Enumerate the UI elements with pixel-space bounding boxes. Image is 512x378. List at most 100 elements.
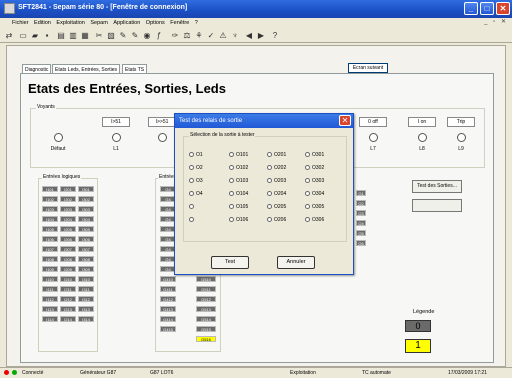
output-radio[interactable]: O102 [229, 165, 248, 171]
voyant-column: I>>51 [148, 117, 176, 146]
legend-label: Légende [413, 309, 435, 315]
menu-exploitation[interactable]: Exploitation [56, 18, 84, 29]
input-cell: I203 [60, 206, 76, 212]
copy-icon[interactable]: ▦ [80, 31, 90, 41]
menu-fenetre[interactable]: Fenêtre [170, 18, 189, 29]
radio-icon[interactable] [229, 191, 234, 196]
radio-icon[interactable] [189, 217, 194, 222]
output-radio[interactable]: O106 [229, 217, 248, 223]
next-screen-button[interactable]: Ecran suivant [348, 63, 388, 73]
radio-icon[interactable] [229, 165, 234, 170]
dialog-close-button[interactable]: ✕ [339, 115, 351, 126]
output-radio[interactable]: O304 [305, 191, 324, 197]
tool-icon[interactable]: ✑ [170, 31, 180, 41]
record-icon[interactable]: ◉ [142, 31, 152, 41]
cancel-button[interactable]: Annuler [277, 256, 315, 269]
check-icon[interactable]: ✓ [206, 31, 216, 41]
radio-icon[interactable] [229, 217, 234, 222]
test-button[interactable]: Test [211, 256, 249, 269]
menu-application[interactable]: Application [113, 18, 140, 29]
maximize-button[interactable]: □ [480, 2, 494, 15]
menu-fichier[interactable]: Fichier [12, 18, 29, 29]
mdi-controls[interactable]: _ ▫ ✕ [484, 18, 508, 25]
secondary-button[interactable] [412, 199, 462, 212]
tree-icon[interactable]: ⚘ [194, 31, 204, 41]
signal-icon[interactable]: ♆ [230, 31, 240, 41]
cut-icon[interactable]: ✂ [94, 31, 104, 41]
radio-icon[interactable] [305, 165, 310, 170]
output-radio[interactable]: O301 [305, 152, 324, 158]
status-lot: G87 LOT6 [150, 370, 174, 376]
scale-icon[interactable]: ⚖ [182, 31, 192, 41]
output-radio[interactable]: O3 [189, 178, 203, 184]
output-radio[interactable] [189, 217, 196, 223]
save-icon[interactable]: ▪ [42, 31, 52, 41]
menu-sepam[interactable]: Sepam [90, 18, 107, 29]
output-radio[interactable]: O101 [229, 152, 248, 158]
forward-icon[interactable]: ▶ [256, 31, 266, 41]
output-radio[interactable]: O1 [189, 152, 203, 158]
output-radio[interactable]: O206 [267, 217, 286, 223]
status-connection: Connecté [22, 370, 44, 376]
menu-options[interactable]: Options [146, 18, 165, 29]
back-icon[interactable]: ◀ [244, 31, 254, 41]
radio-icon[interactable] [305, 217, 310, 222]
radio-icon[interactable] [267, 204, 272, 209]
help-icon[interactable]: ? [270, 31, 280, 41]
preview-icon[interactable]: ▥ [68, 31, 78, 41]
output-radio[interactable]: O2 [189, 165, 203, 171]
output-radio[interactable]: O4 [189, 191, 203, 197]
output-radio[interactable] [189, 204, 196, 210]
voyant-column: Trip L9 [447, 117, 475, 152]
output-radio[interactable]: O201 [267, 152, 286, 158]
open-icon[interactable]: ▰ [30, 31, 40, 41]
warning-icon[interactable]: ⚠ [218, 31, 228, 41]
output-radio[interactable]: O104 [229, 191, 248, 197]
radio-icon[interactable] [267, 152, 272, 157]
print-icon[interactable]: ▤ [56, 31, 66, 41]
radio-icon[interactable] [267, 165, 272, 170]
radio-icon[interactable] [267, 178, 272, 183]
connect-icon[interactable]: ⇄ [4, 31, 14, 41]
radio-icon[interactable] [229, 204, 234, 209]
input-cell: G412 [160, 296, 176, 302]
radio-icon[interactable] [305, 152, 310, 157]
radio-icon[interactable] [305, 178, 310, 183]
radio-icon[interactable] [229, 178, 234, 183]
settings-icon[interactable]: ✎ [118, 31, 128, 41]
menu-help[interactable]: ? [195, 18, 198, 29]
close-button[interactable]: ✕ [496, 2, 510, 15]
output-radio[interactable]: O303 [305, 178, 324, 184]
radio-icon[interactable] [267, 217, 272, 222]
radio-icon[interactable] [189, 152, 194, 157]
status-bar: Connecté Générateur G87 G87 LOT6 Exploit… [0, 367, 512, 378]
radio-icon[interactable] [189, 165, 194, 170]
output-radio[interactable]: O205 [267, 204, 286, 210]
radio-icon[interactable] [189, 191, 194, 196]
radio-icon[interactable] [189, 178, 194, 183]
output-radio[interactable]: O202 [267, 165, 286, 171]
input-cell: I105 [42, 226, 58, 232]
output-radio[interactable]: O203 [267, 178, 286, 184]
output-radio[interactable]: O105 [229, 204, 248, 210]
output-radio[interactable]: O305 [305, 204, 324, 210]
radio-icon[interactable] [229, 152, 234, 157]
minimize-button[interactable]: _ [464, 2, 478, 15]
output-cell: O6 [356, 240, 366, 246]
fct-icon[interactable]: ƒ [154, 31, 164, 41]
output-radio[interactable]: O103 [229, 178, 248, 184]
input-cell: I302 [78, 196, 94, 202]
radio-icon[interactable] [189, 204, 194, 209]
output-radio[interactable]: O302 [305, 165, 324, 171]
paste-icon[interactable]: ▧ [106, 31, 116, 41]
format-icon[interactable]: ✎ [130, 31, 140, 41]
radio-icon[interactable] [305, 204, 310, 209]
new-icon[interactable]: ▭ [18, 31, 28, 41]
toolbar: ⇄ ▭ ▰ ▪ ▤ ▥ ▦ ✂ ▧ ✎ ✎ ◉ ƒ ✑ ⚖ ⚘ ✓ ⚠ ♆ ◀ … [0, 29, 512, 43]
menu-edition[interactable]: Edition [34, 18, 51, 29]
radio-icon[interactable] [305, 191, 310, 196]
test-sorties-button[interactable]: Test des Sorties... [412, 180, 462, 193]
radio-icon[interactable] [267, 191, 272, 196]
output-radio[interactable]: O204 [267, 191, 286, 197]
output-radio[interactable]: O306 [305, 217, 324, 223]
